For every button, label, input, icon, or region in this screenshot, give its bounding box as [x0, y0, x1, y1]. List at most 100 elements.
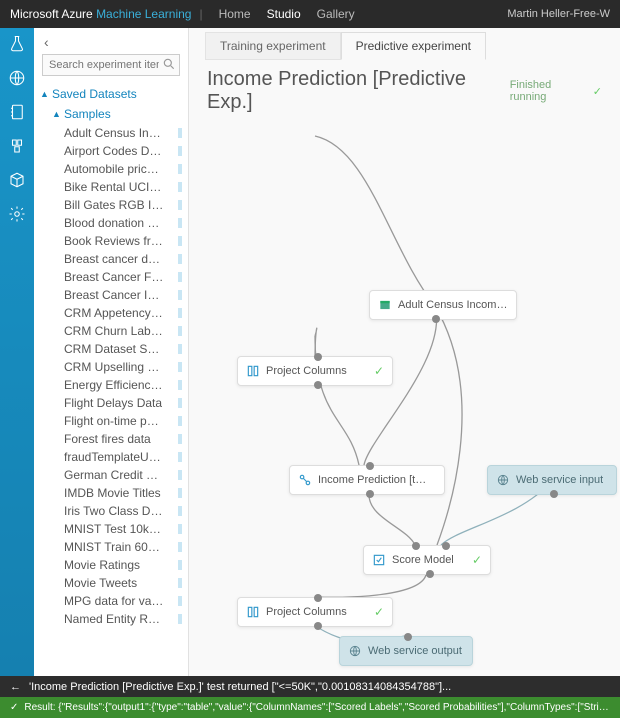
tree-item[interactable]: Flight on-time performa... [34, 412, 188, 430]
user-label[interactable]: Martin Heller-Free-W [507, 8, 610, 20]
drag-handle-icon[interactable] [178, 272, 182, 282]
node-dataset[interactable]: Adult Census Income Binary... [369, 290, 517, 320]
drag-handle-icon[interactable] [178, 542, 182, 552]
tree-item[interactable]: Named Entity Recogniti... [34, 610, 188, 628]
drag-handle-icon[interactable] [178, 362, 182, 372]
rail-flask-icon[interactable] [7, 34, 27, 54]
drag-handle-icon[interactable] [178, 434, 182, 444]
tree-item[interactable]: MNIST Test 10k 28x28 d... [34, 520, 188, 538]
nav-studio[interactable]: Studio [267, 7, 301, 21]
tree-item[interactable]: Book Reviews from Am... [34, 232, 188, 250]
tree-item-label: fraudTemplateUtil.zip [64, 450, 164, 464]
tree-item[interactable]: MPG data for various au... [34, 592, 188, 610]
tree-item[interactable]: Movie Tweets [34, 574, 188, 592]
tree-item[interactable]: Breast Cancer Features [34, 268, 188, 286]
node-project-columns-2[interactable]: Project Columns ✓ [237, 597, 393, 627]
rail-globe-icon[interactable] [7, 68, 27, 88]
tree-item[interactable]: Blood donation data [34, 214, 188, 232]
drag-handle-icon[interactable] [178, 578, 182, 588]
drag-handle-icon[interactable] [178, 614, 182, 624]
tree-item[interactable]: Adult Census Income Bi... [34, 124, 188, 142]
dataset-tree[interactable]: ▲ Saved Datasets ▲ Samples Adult Census … [34, 80, 188, 676]
port-in[interactable] [366, 462, 374, 470]
port-in-2[interactable] [442, 542, 450, 550]
rail-cube-icon[interactable] [7, 170, 27, 190]
canvas[interactable]: Adult Census Income Binary... Project Co… [189, 98, 620, 676]
search-icon[interactable] [162, 57, 176, 74]
nav-gallery[interactable]: Gallery [317, 7, 355, 21]
tree-item[interactable]: fraudTemplateUtil.zip [34, 448, 188, 466]
tree-item[interactable]: Flight Delays Data [34, 394, 188, 412]
nav-home[interactable]: Home [219, 7, 251, 21]
drag-handle-icon[interactable] [178, 416, 182, 426]
tree-root[interactable]: ▲ Saved Datasets [34, 84, 188, 104]
tree-item[interactable]: CRM Upselling Labels S... [34, 358, 188, 376]
port-in[interactable] [314, 353, 322, 361]
check-icon: ✓ [472, 553, 482, 567]
drag-handle-icon[interactable] [178, 524, 182, 534]
canvas-area[interactable]: Training experiment Predictive experimen… [189, 28, 620, 676]
tree-item[interactable]: Breast Cancer Info [34, 286, 188, 304]
node-web-service-input[interactable]: Web service input [487, 465, 617, 495]
tree-item[interactable]: Energy Efficiency Regres... [34, 376, 188, 394]
port-out[interactable] [366, 490, 374, 498]
tree-item[interactable]: Forest fires data [34, 430, 188, 448]
drag-handle-icon[interactable] [178, 146, 182, 156]
tree-item[interactable]: Iris Two Class Data [34, 502, 188, 520]
drag-handle-icon[interactable] [178, 164, 182, 174]
drag-handle-icon[interactable] [178, 218, 182, 228]
drag-handle-icon[interactable] [178, 344, 182, 354]
port-out[interactable] [314, 622, 322, 630]
rail-notebook-icon[interactable] [7, 102, 27, 122]
port-in[interactable] [314, 594, 322, 602]
drag-handle-icon[interactable] [178, 308, 182, 318]
port-in[interactable] [404, 633, 412, 641]
drag-handle-icon[interactable] [178, 470, 182, 480]
drag-handle-icon[interactable] [178, 182, 182, 192]
rail-gear-icon[interactable] [7, 204, 27, 224]
port-out[interactable] [314, 381, 322, 389]
tab-training[interactable]: Training experiment [205, 32, 341, 60]
port-out[interactable] [432, 315, 440, 323]
tree-item[interactable]: CRM Churn Labels Shared [34, 322, 188, 340]
tree-samples[interactable]: ▲ Samples [34, 104, 188, 124]
tree-item[interactable]: Bill Gates RGB Image [34, 196, 188, 214]
drag-handle-icon[interactable] [178, 488, 182, 498]
search-input[interactable] [42, 54, 180, 76]
port-out[interactable] [426, 570, 434, 578]
node-score-model[interactable]: Score Model ✓ [363, 545, 491, 575]
tree-item[interactable]: Movie Ratings [34, 556, 188, 574]
node-web-service-output[interactable]: Web service output [339, 636, 473, 666]
status-back-icon[interactable]: ← [10, 681, 21, 693]
drag-handle-icon[interactable] [178, 236, 182, 246]
port-out[interactable] [550, 490, 558, 498]
sidebar-back-icon[interactable]: ‹ [42, 34, 180, 50]
node-trained-model[interactable]: Income Prediction [trained ... [289, 465, 445, 495]
tree-item[interactable]: MNIST Train 60k 28x28 ... [34, 538, 188, 556]
drag-handle-icon[interactable] [178, 596, 182, 606]
tree-item[interactable]: Breast cancer data [34, 250, 188, 268]
drag-handle-icon[interactable] [178, 506, 182, 516]
node-project-columns-1[interactable]: Project Columns ✓ [237, 356, 393, 386]
rail-data-icon[interactable] [7, 136, 27, 156]
tree-item[interactable]: CRM Appetency Labels ... [34, 304, 188, 322]
drag-handle-icon[interactable] [178, 380, 182, 390]
port-in-1[interactable] [412, 542, 420, 550]
tree-item[interactable]: Airport Codes Dataset [34, 142, 188, 160]
drag-handle-icon[interactable] [178, 326, 182, 336]
tree-item[interactable]: IMDB Movie Titles [34, 484, 188, 502]
drag-handle-icon[interactable] [178, 128, 182, 138]
separator: | [199, 7, 202, 21]
tree-item[interactable]: CRM Dataset Shared [34, 340, 188, 358]
result-text: Result: {"Results":{"output1":{"type":"t… [24, 702, 610, 713]
drag-handle-icon[interactable] [178, 254, 182, 264]
tree-item[interactable]: German Credit Card UCI... [34, 466, 188, 484]
tree-item[interactable]: Automobile price data (... [34, 160, 188, 178]
tree-item[interactable]: Bike Rental UCI dataset [34, 178, 188, 196]
drag-handle-icon[interactable] [178, 290, 182, 300]
drag-handle-icon[interactable] [178, 452, 182, 462]
drag-handle-icon[interactable] [178, 560, 182, 570]
drag-handle-icon[interactable] [178, 398, 182, 408]
drag-handle-icon[interactable] [178, 200, 182, 210]
tab-predictive[interactable]: Predictive experiment [341, 32, 486, 60]
